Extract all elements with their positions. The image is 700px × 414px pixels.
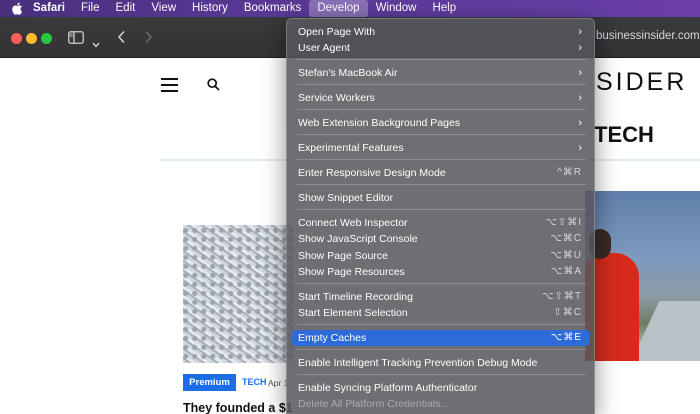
premium-badge[interactable]: Premium bbox=[183, 374, 236, 391]
menu-separator bbox=[297, 374, 586, 375]
menu-help[interactable]: Help bbox=[424, 0, 464, 17]
menu-item-open-page-with[interactable]: Open Page With › bbox=[292, 24, 590, 40]
menu-separator bbox=[297, 84, 586, 85]
sidebar-icon[interactable] bbox=[68, 31, 84, 49]
menu-view[interactable]: View bbox=[143, 0, 184, 17]
menu-item-user-agent[interactable]: User Agent › bbox=[292, 40, 590, 56]
menu-develop[interactable]: Develop bbox=[309, 0, 368, 17]
apple-logo-icon[interactable] bbox=[9, 0, 25, 17]
back-icon[interactable] bbox=[117, 30, 126, 49]
menu-item-page-source[interactable]: Show Page Source ⌥⌘U bbox=[292, 248, 590, 264]
menu-edit[interactable]: Edit bbox=[108, 0, 144, 17]
article-image-snowy-town[interactable] bbox=[183, 225, 293, 363]
submenu-arrow-icon: › bbox=[578, 142, 582, 154]
menu-item-snippet-editor[interactable]: Show Snippet Editor bbox=[292, 190, 590, 206]
menu-item-responsive-design-mode[interactable]: Enter Responsive Design Mode ^⌘R bbox=[292, 165, 590, 181]
menu-separator bbox=[297, 283, 586, 284]
submenu-arrow-icon: › bbox=[578, 67, 582, 79]
menu-item-device[interactable]: Stefan's MacBook Air › bbox=[292, 65, 590, 81]
forward-icon[interactable] bbox=[144, 30, 153, 49]
menu-window[interactable]: Window bbox=[368, 0, 425, 17]
menu-separator bbox=[297, 59, 586, 60]
menu-item-javascript-console[interactable]: Show JavaScript Console ⌥⌘C bbox=[292, 231, 590, 247]
menu-file[interactable]: File bbox=[73, 0, 108, 17]
menu-item-page-resources[interactable]: Show Page Resources ⌥⌘A bbox=[292, 264, 590, 280]
zoom-window-button[interactable] bbox=[41, 33, 52, 44]
close-window-button[interactable] bbox=[11, 33, 22, 44]
menu-history[interactable]: History bbox=[184, 0, 236, 17]
menu-separator bbox=[297, 134, 586, 135]
menu-separator bbox=[297, 324, 586, 325]
menu-separator bbox=[297, 349, 586, 350]
menu-item-web-extension-background-pages[interactable]: Web Extension Background Pages › bbox=[292, 115, 590, 131]
submenu-arrow-icon: › bbox=[578, 42, 582, 54]
menu-item-service-workers[interactable]: Service Workers › bbox=[292, 90, 590, 106]
menu-bookmarks[interactable]: Bookmarks bbox=[236, 0, 310, 17]
menu-separator bbox=[297, 159, 586, 160]
menu-item-timeline-recording[interactable]: Start Timeline Recording ⌥⇧⌘T bbox=[292, 289, 590, 305]
site-logo[interactable]: SIDER bbox=[596, 68, 687, 97]
develop-menu: Open Page With › User Agent › Stefan's Mac… bbox=[286, 18, 595, 414]
menu-separator bbox=[297, 209, 586, 210]
menu-item-empty-caches[interactable]: Empty Caches ⌥⌘E bbox=[292, 330, 590, 346]
menu-bar: Safari File Edit View History Bookmarks … bbox=[0, 0, 700, 17]
menu-item-itp-debug-mode[interactable]: Enable Intelligent Tracking Prevention D… bbox=[292, 355, 590, 371]
submenu-arrow-icon: › bbox=[578, 117, 582, 129]
menu-item-experimental-features[interactable]: Experimental Features › bbox=[292, 140, 590, 156]
hamburger-menu-icon[interactable] bbox=[161, 78, 178, 96]
menu-separator bbox=[297, 184, 586, 185]
chevron-down-icon[interactable] bbox=[92, 35, 100, 53]
article-headline[interactable]: They founded a $1 bbox=[183, 401, 293, 414]
minimize-window-button[interactable] bbox=[26, 33, 37, 44]
menu-item-platform-authenticator[interactable]: Enable Syncing Platform Authenticator bbox=[292, 380, 590, 396]
article-image-red-jacket[interactable] bbox=[585, 191, 700, 361]
category-tag[interactable]: TECH bbox=[242, 377, 267, 387]
section-title: TECH bbox=[594, 122, 654, 147]
menu-separator bbox=[297, 109, 586, 110]
url-field[interactable]: businessinsider.com bbox=[596, 30, 700, 42]
menu-item-connect-web-inspector[interactable]: Connect Web Inspector ⌥⇧⌘I bbox=[292, 215, 590, 231]
search-icon[interactable] bbox=[207, 78, 220, 96]
menu-safari[interactable]: Safari bbox=[25, 0, 73, 17]
menu-item-delete-platform-credentials: Delete All Platform Credentials... bbox=[298, 398, 450, 410]
submenu-arrow-icon: › bbox=[578, 92, 582, 104]
menu-item-element-selection[interactable]: Start Element Selection ⇧⌘C bbox=[292, 305, 590, 321]
submenu-arrow-icon: › bbox=[578, 26, 582, 38]
